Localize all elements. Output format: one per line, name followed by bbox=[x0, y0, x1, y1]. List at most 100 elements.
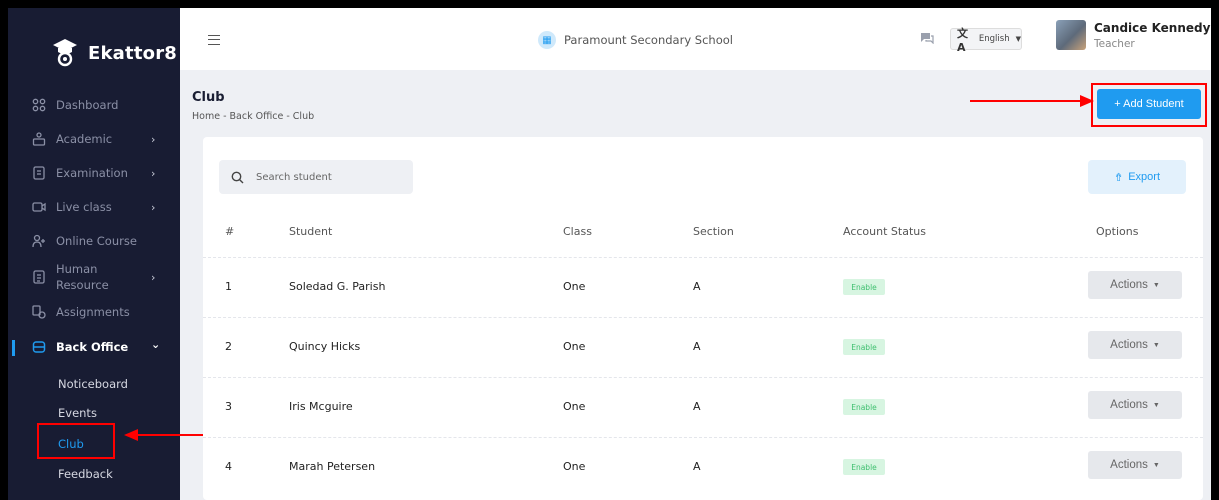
search-box[interactable] bbox=[219, 160, 413, 194]
actions-label: Actions bbox=[1110, 399, 1148, 411]
actions-dropdown[interactable]: Actions ▼ bbox=[1088, 331, 1182, 359]
brand-logo[interactable]: Ekattor8 bbox=[52, 38, 177, 68]
chat-icon[interactable] bbox=[920, 32, 934, 44]
export-label: Export bbox=[1128, 171, 1160, 183]
sidebar-item-label: Live class bbox=[56, 200, 112, 214]
sidebar-item-label: Examination bbox=[56, 166, 128, 180]
sidebar-item-academic[interactable]: Academic › bbox=[8, 132, 180, 146]
student-name: Iris Mcguire bbox=[289, 400, 353, 413]
sidebar-subitem-events[interactable]: Events bbox=[58, 406, 97, 420]
actions-label: Actions bbox=[1110, 279, 1148, 291]
row-number: 1 bbox=[225, 280, 232, 293]
chevron-right-icon: › bbox=[151, 200, 156, 214]
assignment-icon bbox=[32, 305, 46, 319]
actions-dropdown[interactable]: Actions ▼ bbox=[1088, 271, 1182, 299]
search-icon bbox=[231, 171, 244, 183]
breadcrumb: Home - Back Office - Club bbox=[192, 111, 315, 122]
export-button[interactable]: ⇮ Export bbox=[1088, 160, 1186, 194]
sidebar-item-assignments[interactable]: Assignments bbox=[8, 305, 180, 319]
chevron-right-icon: › bbox=[151, 132, 156, 146]
caret-down-icon: ▼ bbox=[1152, 401, 1160, 409]
table-row: 3 Iris Mcguire One A Enable Actions ▼ bbox=[203, 377, 1203, 437]
actions-label: Actions bbox=[1110, 459, 1148, 471]
document-icon bbox=[33, 270, 45, 284]
student-class: One bbox=[563, 280, 586, 293]
caret-down-icon: ▼ bbox=[1152, 281, 1160, 289]
sidebar-item-online-course[interactable]: Online Course bbox=[8, 234, 180, 248]
table-row: 1 Soledad G. Parish One A Enable Actions… bbox=[203, 257, 1203, 317]
school-selector[interactable]: ▦ Paramount Secondary School bbox=[538, 31, 733, 49]
row-number: 3 bbox=[225, 400, 232, 413]
annotation-box-add-student bbox=[1091, 83, 1207, 127]
sidebar-item-label: Back Office bbox=[56, 340, 129, 354]
menu-toggle-icon[interactable] bbox=[208, 35, 220, 45]
actions-dropdown[interactable]: Actions ▼ bbox=[1088, 391, 1182, 419]
language-selector[interactable]: 文A English ▼ bbox=[950, 27, 1022, 54]
page-title: Club bbox=[192, 90, 225, 105]
row-number: 2 bbox=[225, 340, 232, 353]
chevron-right-icon: › bbox=[151, 270, 156, 284]
grid-icon bbox=[32, 98, 46, 112]
user-role: Teacher bbox=[1094, 38, 1135, 50]
caret-down-icon: ▼ bbox=[1015, 35, 1021, 43]
chevron-down-icon: ⌄ bbox=[151, 338, 161, 351]
student-name: Marah Petersen bbox=[289, 460, 376, 473]
status-badge: Enable bbox=[843, 399, 885, 415]
row-number: 4 bbox=[225, 460, 232, 473]
student-name: Soledad G. Parish bbox=[289, 280, 386, 293]
status-badge: Enable bbox=[843, 339, 885, 355]
student-class: One bbox=[563, 400, 586, 413]
sidebar-item-dashboard[interactable]: Dashboard bbox=[8, 98, 180, 112]
brand-name: Ekattor8 bbox=[88, 42, 177, 64]
student-section: A bbox=[693, 340, 701, 353]
column-header-class: Class bbox=[563, 225, 592, 238]
sidebar-item-label-line2: Resource bbox=[56, 278, 109, 292]
status-badge: Enable bbox=[843, 459, 885, 475]
column-header-section: Section bbox=[693, 225, 734, 238]
user-plus-icon bbox=[32, 234, 45, 248]
student-table-card: ⇮ Export # Student Class Section Account… bbox=[203, 137, 1203, 500]
app-window: Ekattor8 Dashboard Academic › Examinatio… bbox=[8, 8, 1211, 500]
top-bar: ▦ Paramount Secondary School 文A English … bbox=[180, 8, 1211, 70]
table-row: 2 Quincy Hicks One A Enable Actions ▼ bbox=[203, 317, 1203, 377]
search-input[interactable] bbox=[256, 171, 396, 183]
actions-label: Actions bbox=[1110, 339, 1148, 351]
student-section: A bbox=[693, 280, 701, 293]
chevron-right-icon: › bbox=[151, 166, 156, 180]
sidebar-item-back-office[interactable]: Back Office ⌄ bbox=[8, 338, 180, 354]
graduation-cap-icon bbox=[53, 39, 77, 67]
sidebar-subitem-noticeboard[interactable]: Noticeboard bbox=[58, 377, 128, 391]
student-name: Quincy Hicks bbox=[289, 340, 361, 353]
avatar[interactable] bbox=[1056, 20, 1086, 50]
caret-down-icon: ▼ bbox=[1152, 341, 1160, 349]
school-icon: ▦ bbox=[538, 31, 556, 49]
caret-down-icon: ▼ bbox=[1152, 461, 1160, 469]
column-header-options: Options bbox=[1096, 225, 1139, 238]
upload-icon: ⇮ bbox=[1113, 171, 1124, 184]
sidebar-subitem-feedback[interactable]: Feedback bbox=[58, 467, 113, 481]
student-section: A bbox=[693, 400, 701, 413]
sidebar-item-label: Online Course bbox=[56, 234, 137, 248]
table-row: 4 Marah Petersen One A Enable Actions ▼ bbox=[203, 437, 1203, 497]
database-icon bbox=[32, 341, 46, 353]
student-class: One bbox=[563, 340, 586, 353]
column-header-student: Student bbox=[289, 225, 333, 238]
language-label: English bbox=[978, 34, 1010, 44]
actions-dropdown[interactable]: Actions ▼ bbox=[1088, 451, 1182, 479]
video-icon bbox=[32, 202, 46, 212]
sidebar-item-human-resource[interactable]: Human Resource › bbox=[8, 262, 180, 292]
annotation-box-club bbox=[37, 423, 115, 459]
column-header-account-status: Account Status bbox=[843, 225, 926, 238]
sidebar-item-examination[interactable]: Examination › bbox=[8, 166, 180, 180]
student-section: A bbox=[693, 460, 701, 473]
sidebar-item-label: Assignments bbox=[56, 305, 130, 319]
status-badge: Enable bbox=[843, 279, 885, 295]
sidebar-item-live-class[interactable]: Live class › bbox=[8, 200, 180, 214]
academic-icon bbox=[32, 132, 46, 146]
user-name: Candice Kennedy bbox=[1094, 21, 1211, 35]
annotation-arrow-add bbox=[970, 100, 1082, 102]
school-name: Paramount Secondary School bbox=[564, 33, 733, 47]
sidebar-item-label: Human bbox=[56, 262, 98, 276]
sidebar-item-label: Academic bbox=[56, 132, 113, 146]
student-class: One bbox=[563, 460, 586, 473]
